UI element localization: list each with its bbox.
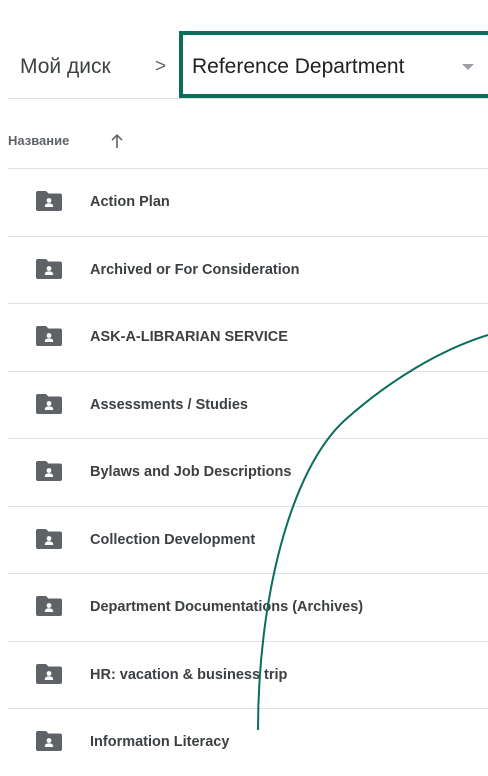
list-item[interactable]: Bylaws and Job Descriptions	[8, 439, 488, 506]
breadcrumb: Мой диск > Reference Department	[0, 0, 488, 98]
list-item[interactable]: Information Literacy	[8, 709, 488, 776]
shared-folder-icon	[36, 393, 62, 414]
list-item[interactable]: Archived or For Consideration	[8, 237, 488, 304]
list-item-name: Collection Development	[90, 531, 256, 548]
list-item[interactable]: Action Plan	[8, 169, 488, 236]
shared-folder-icon	[36, 191, 62, 211]
list-item[interactable]: ASK-A-LIBRARIAN SERVICE	[8, 304, 488, 371]
list-item-name: Assessments / Studies	[90, 396, 248, 413]
column-header-name[interactable]: Название	[8, 133, 69, 148]
caret-down-icon[interactable]	[462, 64, 474, 70]
list-item[interactable]: Department Documentations (Archives)	[8, 574, 488, 641]
list-item-name: Department Documentations (Archives)	[90, 599, 364, 615]
list-item-name: ASK-A-LIBRARIAN SERVICE	[90, 329, 288, 345]
breadcrumb-my-drive[interactable]: Мой диск	[20, 48, 111, 86]
shared-folder-icon	[36, 663, 62, 684]
shared-folder-icon	[36, 326, 62, 346]
shared-folder-icon	[36, 731, 62, 751]
breadcrumb-separator: >	[155, 56, 167, 77]
list-item-name: Information Literacy	[90, 734, 230, 750]
list-item-name: Action Plan	[90, 194, 170, 210]
list-item-name: HR: vacation & business trip	[90, 666, 288, 683]
breadcrumb-current-folder[interactable]: Reference Department	[192, 48, 404, 86]
list-item[interactable]: Assessments / Studies	[8, 372, 488, 439]
list-item-name: Archived or For Consideration	[90, 261, 300, 278]
shared-folder-icon	[36, 596, 62, 616]
shared-folder-icon	[36, 461, 62, 481]
shared-folder-icon	[36, 258, 62, 279]
list-item-name: Bylaws and Job Descriptions	[90, 464, 292, 480]
arrow-up-icon[interactable]	[110, 133, 124, 149]
shared-folder-icon	[36, 528, 62, 549]
divider	[8, 98, 488, 99]
list-item[interactable]: Collection Development	[8, 507, 488, 574]
list-item[interactable]: HR: vacation & business trip	[8, 642, 488, 709]
